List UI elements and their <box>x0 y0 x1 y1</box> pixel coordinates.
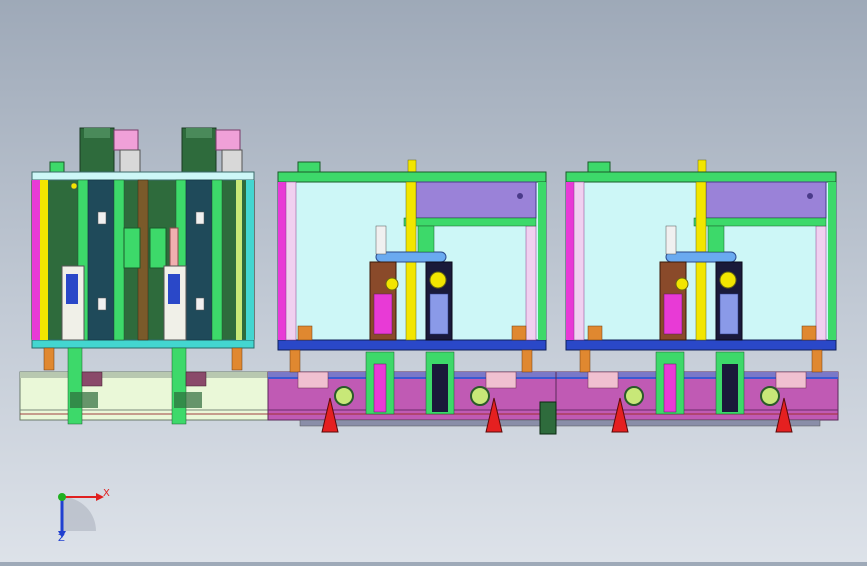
cad-viewport[interactable]: X Z <box>0 0 867 562</box>
station-3-frame[interactable] <box>565 159 837 351</box>
z-axis-label: Z <box>58 533 65 544</box>
y-axis-dot <box>58 493 66 501</box>
orientation-triad[interactable]: X Z <box>58 488 110 544</box>
machine-assembly-drawing[interactable]: X Z <box>0 0 867 562</box>
station-2-frame[interactable] <box>277 159 547 351</box>
x-axis-label: X <box>103 488 110 499</box>
triad-plane <box>62 497 96 531</box>
station-1-frame[interactable] <box>31 127 255 349</box>
